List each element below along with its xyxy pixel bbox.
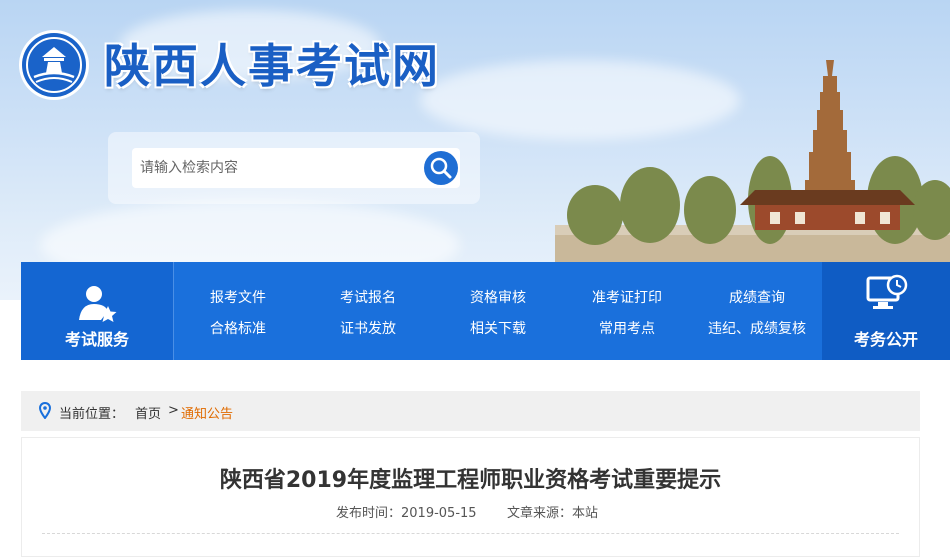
source-value: 本站: [572, 506, 599, 521]
nav-link-qualification-review[interactable]: 资格审核: [470, 287, 526, 307]
nav-link-certificate-issue[interactable]: 证书发放: [340, 318, 396, 338]
article-panel: 陕西省2019年度监理工程师职业资格考试重要提示 发布时间：2019-05-15…: [21, 437, 920, 557]
nav-link-exam-registration[interactable]: 考试报名: [340, 287, 396, 307]
location-pin-icon: [38, 401, 52, 423]
breadcrumb: 当前位置： 首页 > 通知公告: [21, 391, 920, 431]
breadcrumb-current-link[interactable]: 通知公告: [181, 403, 233, 422]
publish-label: 发布时间：: [336, 506, 402, 521]
breadcrumb-prefix: 当前位置：: [59, 407, 125, 422]
nav-link-pass-standard[interactable]: 合格标准: [210, 318, 266, 338]
publish-info: 发布时间：2019-05-15: [336, 502, 477, 521]
breadcrumb-separator: >: [168, 403, 179, 418]
main-navigation: 考试服务 报考文件 考试报名 资格审核 准考证打印 成绩查询 合格标准 证书发放…: [21, 262, 950, 360]
search-button[interactable]: [422, 148, 460, 188]
nav-link-score-query[interactable]: 成绩查询: [729, 287, 785, 307]
search-icon[interactable]: [424, 151, 458, 185]
nav-link-registration-docs[interactable]: 报考文件: [210, 287, 266, 307]
article-title: 陕西省2019年度监理工程师职业资格考试重要提示: [219, 468, 722, 493]
nav-link-exam-sites[interactable]: 常用考点: [599, 318, 655, 338]
source-info: 文章来源：本站: [507, 502, 598, 521]
nav-link-violation-review[interactable]: 违纪、成绩复核: [708, 318, 806, 338]
pagoda-illustration: [555, 60, 950, 300]
nav-link-admission-ticket[interactable]: 准考证打印: [592, 287, 662, 307]
source-label: 文章来源：: [507, 506, 573, 521]
site-logo-icon[interactable]: [22, 33, 86, 97]
breadcrumb-home-link[interactable]: 首页: [135, 403, 161, 422]
search-input[interactable]: [132, 148, 422, 188]
exam-affairs-public-caption: 考务公开: [853, 330, 918, 349]
site-title[interactable]: 陕西人事考试网: [104, 30, 440, 96]
exam-affairs-public-section[interactable]: 考务公开: [822, 262, 950, 360]
nav-link-downloads[interactable]: 相关下载: [470, 318, 526, 338]
monitor-clock-icon: [866, 274, 908, 318]
exam-service-section[interactable]: 考试服务: [21, 262, 174, 360]
article-divider: [42, 533, 899, 534]
exam-service-caption: 考试服务: [64, 330, 129, 349]
publish-date: 2019-05-15: [401, 506, 477, 521]
person-star-icon: [77, 284, 117, 326]
